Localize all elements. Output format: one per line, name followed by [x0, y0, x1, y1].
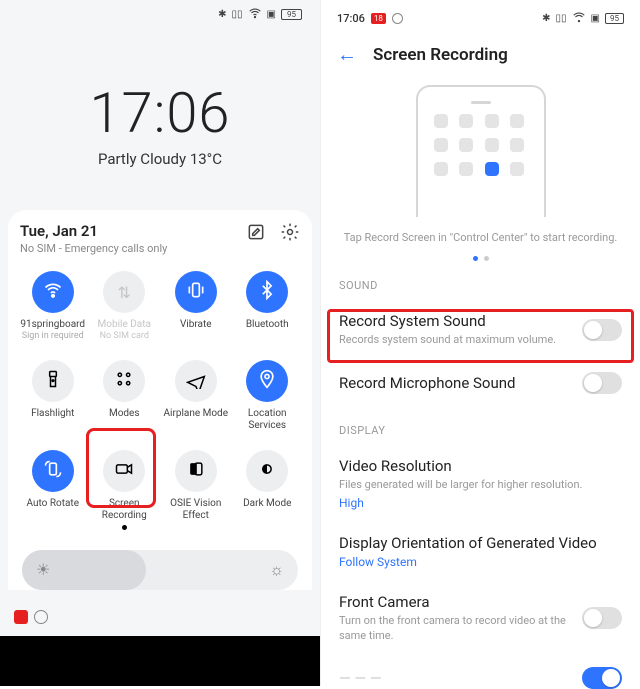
hint-text: Tap Record Screen in "Control Center" to… [344, 231, 618, 244]
lock-clock: 17:06 Partly Cloudy 13°C [0, 80, 320, 168]
qs-location[interactable]: Location Services [235, 356, 301, 436]
brightness-high-icon: ☼ [269, 560, 284, 580]
titlebar: ← Screen Recording [321, 42, 640, 67]
brightness-low-icon: ☀ [36, 560, 50, 579]
qs-flashlight[interactable]: Flashlight [20, 356, 86, 436]
nav-bar-area [0, 636, 320, 686]
wifi-icon [572, 10, 586, 27]
setting-video-resolution[interactable]: Video Resolution Files generated will be… [321, 445, 640, 522]
panel-date: Tue, Jan 21 [20, 222, 167, 240]
highlight-record-system-sound [327, 309, 634, 363]
recording-indicator [14, 610, 48, 624]
darkmode-icon [257, 459, 277, 483]
rotate-icon [43, 459, 63, 483]
preview-phone-icon [416, 85, 546, 217]
bluetooth-icon: ✱ [542, 13, 550, 24]
qs-wifi[interactable]: 91springboard Sign in required [20, 267, 86, 346]
vibrate-icon: ▯▯ [556, 13, 567, 24]
status-bar: 17:06 18 ✱ ▯▯ ▣ 95 [321, 10, 640, 27]
airplane-icon [186, 369, 206, 393]
setting-orientation[interactable]: Display Orientation of Generated Video F… [321, 522, 640, 581]
gear-icon[interactable] [280, 222, 300, 246]
clock-time: 17:06 [0, 80, 320, 146]
screen-recording-settings: 17:06 18 ✱ ▯▯ ▣ 95 ← Screen Recording Ta… [320, 0, 640, 686]
battery-icon: 95 [281, 9, 302, 20]
edit-icon[interactable] [246, 222, 266, 246]
toggle-record-mic[interactable] [582, 372, 622, 394]
status-badge: 18 [371, 13, 386, 24]
qs-vibrate[interactable]: Vibrate [163, 267, 229, 346]
qs-mobile-data[interactable]: ⇅ Mobile Data No SIM card [92, 267, 158, 346]
location-icon [257, 369, 277, 393]
bluetooth-icon: ✱ [218, 9, 226, 20]
weather-text: Partly Cloudy 13°C [0, 150, 320, 168]
toggle-front-camera[interactable] [582, 607, 622, 629]
status-time: 17:06 [337, 12, 365, 25]
highlight-screen-recording [86, 428, 156, 508]
stop-indicator-icon [392, 13, 403, 24]
mobile-data-icon: ⇅ [118, 283, 131, 302]
qs-bluetooth[interactable]: Bluetooth [235, 267, 301, 346]
sim-status: No SIM - Emergency calls only [20, 242, 167, 255]
section-header-display: DISPLAY [321, 406, 640, 445]
osie-icon [186, 459, 206, 483]
setting-record-mic-sound[interactable]: Record Microphone Sound [321, 360, 640, 406]
qs-dark-mode[interactable]: Dark Mode [235, 446, 301, 534]
back-arrow-icon[interactable]: ← [337, 42, 357, 67]
page-title: Screen Recording [373, 45, 508, 65]
pagination-dots [473, 256, 489, 261]
quick-settings-grid: 91springboard Sign in required ⇅ Mobile … [20, 267, 300, 534]
qs-osie[interactable]: OSIE Vision Effect [163, 446, 229, 534]
preview-section: Tap Record Screen in "Control Center" to… [321, 85, 640, 261]
quick-settings-panel: Tue, Jan 21 No SIM - Emergency calls onl… [8, 210, 312, 590]
lock-screen-quick-settings: ✱ ▯▯ ▣ 95 17:06 Partly Cloudy 13°C Tue, … [0, 0, 320, 686]
bluetooth-icon [257, 280, 277, 304]
stop-indicator-icon [34, 610, 48, 624]
cast-icon: ▣ [591, 13, 600, 24]
brightness-slider[interactable]: ☀ ☼ [22, 550, 298, 590]
qs-modes[interactable]: Modes [92, 356, 158, 436]
battery-icon: 95 [605, 13, 624, 24]
section-header-sound: SOUND [321, 261, 640, 300]
vibrate-icon: ▯▯ [232, 9, 243, 20]
qs-airplane[interactable]: Airplane Mode [163, 356, 229, 436]
wifi-icon [248, 6, 262, 23]
setting-record-taps-partial[interactable]: — — — [321, 655, 640, 689]
flashlight-icon [43, 369, 63, 393]
status-bar: ✱ ▯▯ ▣ 95 [218, 6, 302, 23]
setting-front-camera[interactable]: Front Camera Turn on the front camera to… [321, 581, 640, 656]
vibrate-icon [186, 280, 206, 304]
modes-icon [114, 369, 134, 393]
recording-badge-icon [14, 610, 28, 624]
qs-auto-rotate[interactable]: Auto Rotate [20, 446, 86, 534]
wifi-icon [43, 280, 63, 304]
cast-icon: ▣ [267, 9, 276, 20]
